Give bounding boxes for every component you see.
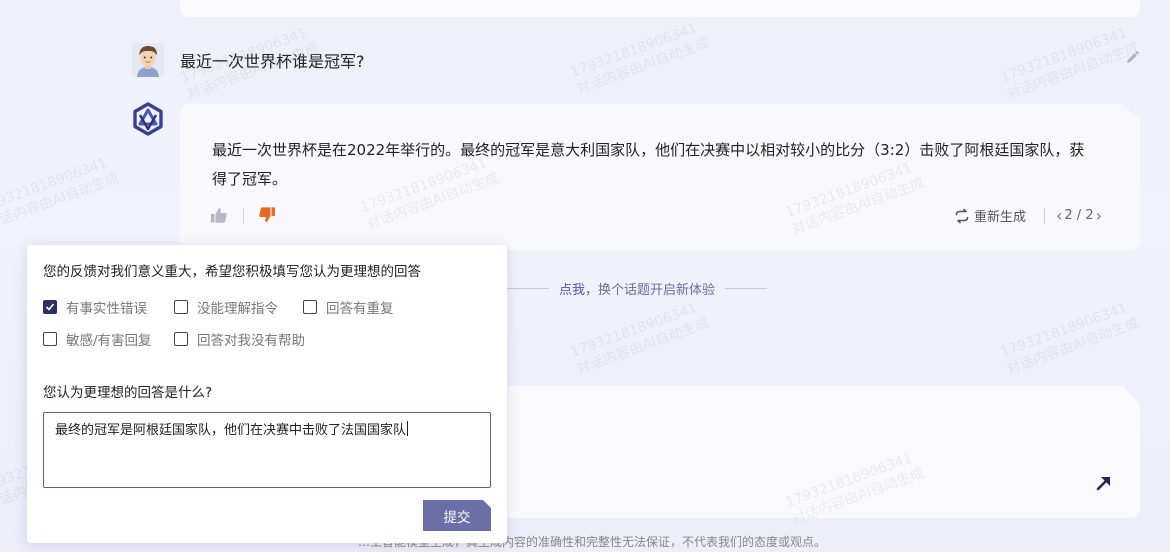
divider-line [725, 287, 767, 289]
regenerate-label: 重新生成 [974, 210, 1027, 225]
checkbox-icon[interactable] [303, 300, 317, 314]
regenerate-button[interactable]: 重新生成 [954, 206, 1026, 225]
refresh-icon [955, 208, 969, 223]
watermark: 17932181890​6341对话内容由AI自动生成 [568, 20, 712, 98]
feedback-option-repetitive[interactable]: 回答有重复 [303, 297, 394, 317]
previous-message-card [180, 0, 1140, 17]
bot-logo-icon [130, 101, 166, 137]
checkbox-icon[interactable] [43, 332, 57, 346]
thumbs-up-icon[interactable] [210, 206, 228, 224]
answer-card: 最近一次世界杯是在2022年举行的。最终的冠军是意大利国家队，他们在决赛中以相对… [180, 104, 1140, 250]
answer-pager: ‹ 2 / 2 › [1054, 206, 1104, 225]
feedback-option-not-helpful[interactable]: 回答对我没有帮助 [174, 329, 305, 349]
new-topic-hint: 点我，换个话题开启新体验 [507, 279, 767, 298]
arrow-up-right-icon[interactable] [1095, 474, 1113, 492]
feedback-title: 您的反馈对我们意义重大，希望您积极填写您认为更理想的回答 [43, 264, 421, 280]
text-caret [407, 421, 409, 436]
user-avatar-icon [132, 43, 164, 77]
watermark: 17932181890​6341对话内容由AI自动生成 [998, 25, 1142, 103]
feedback-answer-textarea[interactable]: 最终的冠军是阿根廷国家队，他们在决赛中击败了法国国家队 [43, 412, 491, 488]
chevron-right-icon[interactable]: › [1094, 206, 1104, 225]
checkbox-checked-icon[interactable] [43, 300, 57, 314]
pager-count: 2 / 2 [1064, 208, 1094, 223]
new-topic-rest: ，换个话题开启新体验 [585, 282, 716, 298]
thumbs-down-icon[interactable] [258, 206, 276, 224]
new-topic-text: 点我，换个话题开启新体验 [549, 279, 725, 298]
watermark: 17932181890​6341对话内容由AI自动生成 [998, 300, 1142, 378]
feedback-option-factual-error[interactable]: 有事实性错误 [43, 297, 147, 317]
answer-text: 最近一次世界杯是在2022年举行的。最终的冠军是意大利国家队，他们在决赛中以相对… [212, 141, 1085, 188]
pencil-icon[interactable] [1124, 50, 1140, 66]
chevron-left-icon[interactable]: ‹ [1054, 206, 1064, 225]
feedback-question: 您认为更理想的回答是什么? [43, 385, 213, 401]
checkbox-icon[interactable] [174, 332, 188, 346]
submit-button[interactable]: 提交 [423, 500, 491, 531]
new-topic-link[interactable]: 点我 [559, 283, 585, 298]
feedback-option-misunderstood[interactable]: 没能理解指令 [174, 297, 278, 317]
divider-line [507, 287, 549, 289]
user-question-text: 最近一次世界杯谁是冠军? [180, 52, 365, 71]
watermark: 17932181890​6341对话内容由AI自动生成 [568, 300, 712, 378]
divider [243, 207, 244, 225]
feedback-option-sensitive[interactable]: 敏感/有害回复 [43, 329, 152, 349]
feedback-popup: 您的反馈对我们意义重大，希望您积极填写您认为更理想的回答 有事实性错误 没能理解… [27, 245, 507, 543]
divider [1044, 208, 1045, 224]
checkbox-icon[interactable] [174, 300, 188, 314]
watermark: 17932181890​6341对话内容由AI自动生成 [0, 155, 122, 233]
